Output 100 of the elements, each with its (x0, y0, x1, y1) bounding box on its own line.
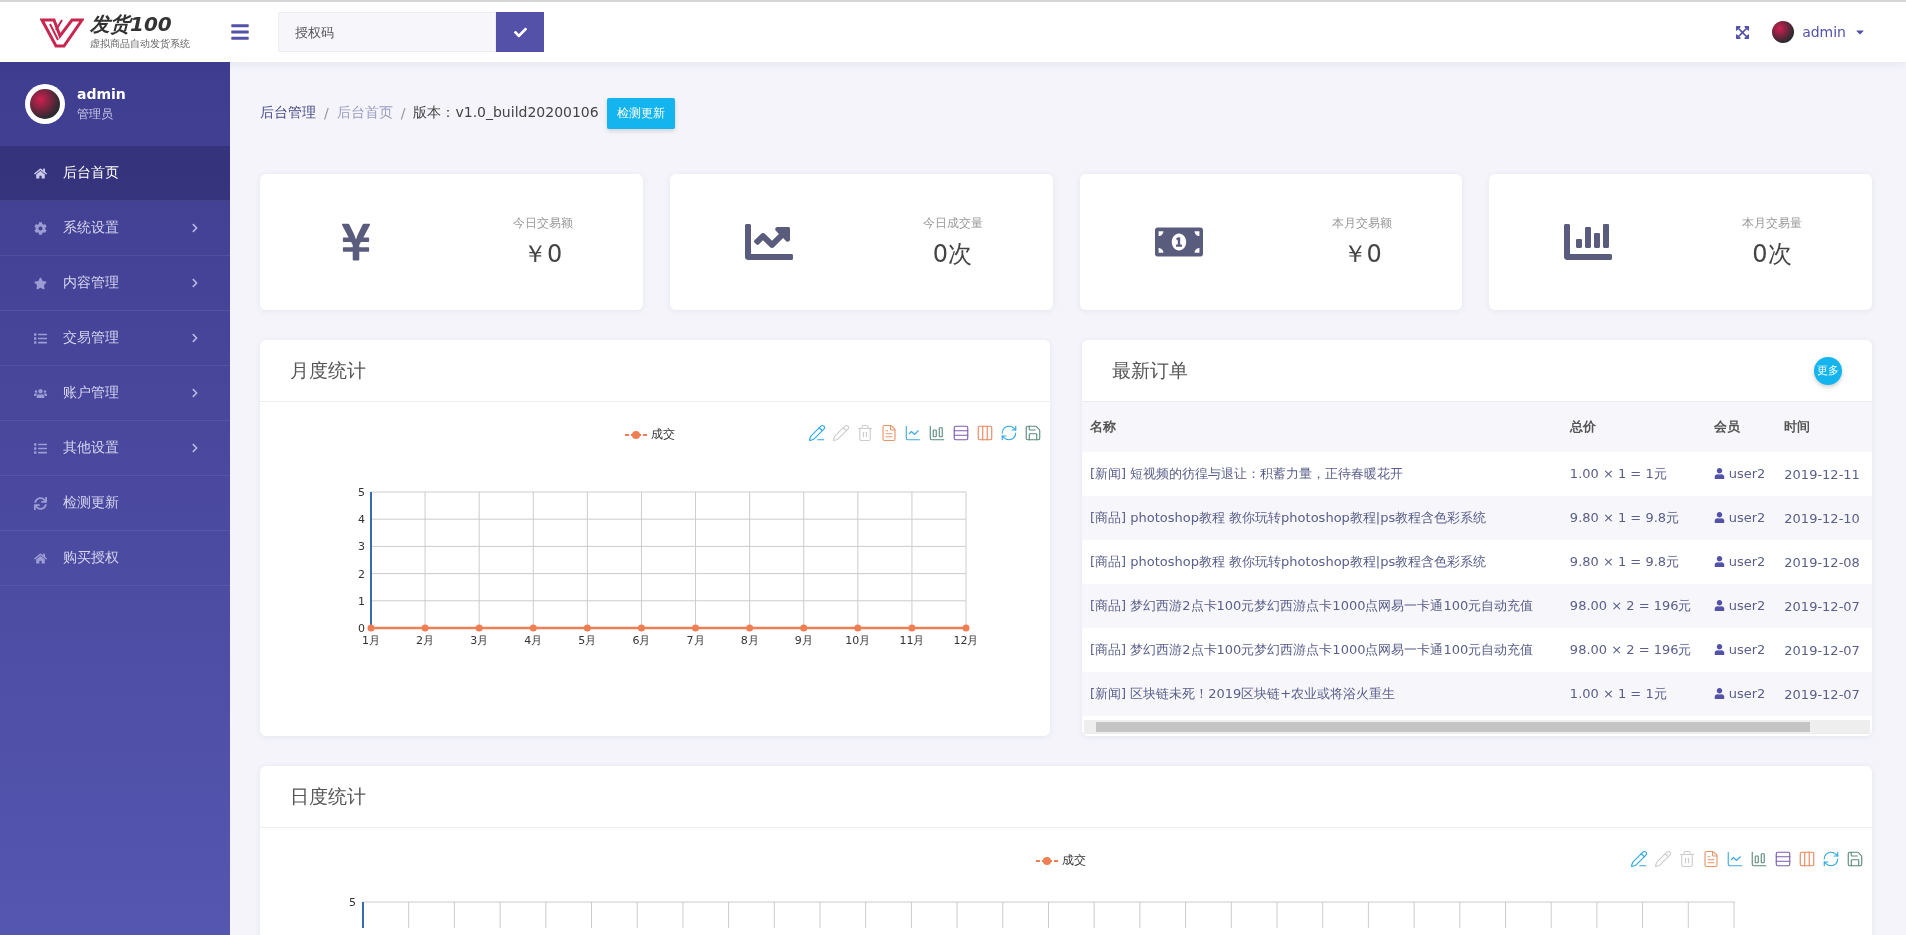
table-cell: [商品] 梦幻西游2点卡100元梦幻西游点卡1000点网易一卡通100元自动充值 (1082, 584, 1562, 628)
data-point (908, 624, 916, 632)
data-point (962, 624, 970, 632)
stat-label: 本月交易量 (1742, 214, 1802, 232)
user-name: admin (77, 85, 126, 102)
table-cell: 2019-12-08 (1776, 540, 1872, 584)
stat-value: 0次 (1752, 238, 1792, 270)
pencil-plus-icon[interactable] (1630, 850, 1648, 868)
table-cell: 2019-12-07 (1776, 672, 1872, 716)
trash-icon[interactable] (856, 424, 874, 442)
legend-label[interactable]: 成交 (1062, 852, 1086, 869)
column-header: 时间 (1776, 402, 1872, 452)
table-cell: 9.80 × 1 = 9.8元 (1561, 540, 1706, 584)
submit-button[interactable] (496, 12, 544, 52)
trash-icon[interactable] (1678, 850, 1696, 868)
x-tick-label: 9月 (794, 634, 813, 647)
sidebar-item[interactable]: 购买授权 (0, 531, 230, 586)
column-header: 总价 (1561, 402, 1706, 452)
data-point (421, 624, 429, 632)
member-name: user2 (1728, 510, 1766, 525)
sidebar-item[interactable]: 检测更新 (0, 476, 230, 531)
y-tick-label: 5 (349, 896, 356, 909)
user-icon (1713, 468, 1725, 479)
x-tick-label: 6月 (632, 634, 651, 647)
columns-icon[interactable] (1798, 850, 1816, 868)
x-tick-label: 3月 (470, 634, 489, 647)
rows-icon[interactable] (952, 424, 970, 442)
pencil-icon[interactable] (832, 424, 850, 442)
sidebar-item[interactable]: 系统设置 (0, 201, 230, 256)
document-icon[interactable] (880, 424, 898, 442)
users-icon (34, 386, 47, 400)
sidebar-item[interactable]: 交易管理 (0, 311, 230, 366)
refresh-icon[interactable] (1822, 850, 1840, 868)
chevron-icon (190, 223, 200, 233)
list-icon (34, 441, 47, 455)
data-point (529, 624, 537, 632)
version-text: 版本：v1.0_build20200106 (413, 104, 599, 122)
line-chart-icon[interactable] (904, 424, 922, 442)
data-point (475, 624, 483, 632)
data-point (800, 624, 808, 632)
stat-label: 本月交易额 (1332, 214, 1393, 232)
y-tick-label: 2 (358, 567, 365, 581)
sidebar-item[interactable]: 其他设置 (0, 421, 230, 476)
y-tick-label: 3 (358, 540, 365, 554)
x-tick-label: 11月 (899, 634, 925, 647)
y-tick-label: 1 (358, 594, 365, 608)
member-name: user2 (1728, 466, 1766, 481)
table-cell: 9.80 × 1 = 9.8元 (1561, 496, 1706, 540)
chevron-icon (190, 443, 200, 453)
y-tick-label: 0 (358, 622, 365, 635)
data-point (746, 624, 754, 632)
table-cell: 2019-12-10 (1776, 496, 1872, 540)
stat-value: ￥0 (523, 238, 563, 270)
columns-icon[interactable] (976, 424, 994, 442)
legend-label[interactable]: 成交 (651, 426, 675, 443)
home-icon (34, 166, 47, 180)
x-tick-label: 7月 (686, 634, 705, 647)
rows-icon[interactable] (1774, 850, 1792, 868)
document-icon[interactable] (1702, 850, 1720, 868)
pencil-plus-icon[interactable] (808, 424, 826, 442)
avatar (1772, 21, 1795, 43)
column-header: 名称 (1082, 402, 1562, 452)
data-point (367, 624, 375, 632)
panel-title: 日度统计 (290, 783, 366, 809)
pencil-icon[interactable] (1654, 850, 1672, 868)
x-tick-label: 8月 (740, 634, 759, 647)
fullscreen-icon[interactable] (1735, 24, 1751, 40)
sidebar-item[interactable]: 内容管理 (0, 256, 230, 311)
breadcrumb-separator: / (324, 105, 329, 121)
table-cell: 2019-12-11 (1776, 452, 1872, 496)
table-cell: [商品] photoshop教程 教你玩转photoshop教程|ps教程含色彩系统 (1082, 540, 1562, 584)
data-point (854, 624, 862, 632)
horizontal-scrollbar[interactable] (1084, 720, 1870, 734)
stat-label: 今日成交量 (922, 214, 983, 232)
sidebar-item[interactable]: 后台首页 (0, 146, 230, 201)
user-menu[interactable]: admin (1772, 21, 1866, 43)
gear-icon (34, 221, 47, 235)
user-icon (1713, 556, 1725, 567)
sidebar-item[interactable]: 账户管理 (0, 366, 230, 421)
table-cell: 98.00 × 2 = 196元 (1561, 628, 1706, 672)
bar-chart-icon[interactable] (928, 424, 946, 442)
refresh-icon[interactable] (1000, 424, 1018, 442)
logo-text: 发货100 (90, 13, 173, 34)
panel-title: 月度统计 (290, 357, 366, 383)
x-tick-label: 12月 (953, 634, 979, 647)
search-field[interactable]: 授权码 (278, 12, 496, 52)
stat-value: ￥0 (1342, 238, 1382, 270)
save-icon[interactable] (1846, 850, 1864, 868)
x-tick-label: 4月 (524, 634, 543, 647)
x-tick-label: 5月 (578, 634, 597, 647)
bar-chart-icon[interactable] (1750, 850, 1768, 868)
x-tick-label: 2月 (416, 634, 435, 647)
x-tick-label: 1月 (362, 634, 380, 647)
save-icon[interactable] (1024, 424, 1042, 442)
user-icon (1713, 512, 1725, 523)
data-point (637, 624, 645, 632)
table-cell: [商品] photoshop教程 教你玩转photoshop教程|ps教程含色彩系统 (1082, 496, 1562, 540)
breadcrumb-link[interactable]: 后台管理 (260, 104, 316, 122)
menu-button[interactable] (230, 22, 250, 42)
line-chart-icon[interactable] (1726, 850, 1744, 868)
